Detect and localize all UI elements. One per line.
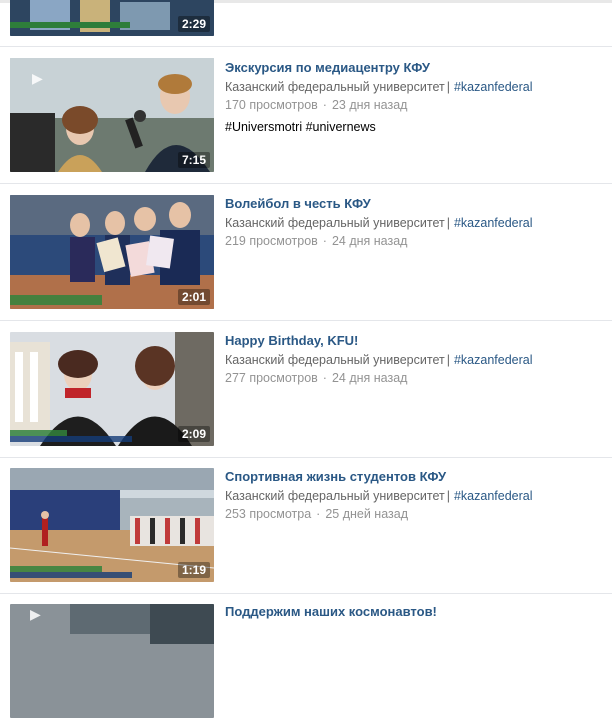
video-title[interactable]: Поддержим наших космонавтов! — [225, 604, 437, 619]
video-stats: 253 просмотра · 25 дней назад — [225, 507, 408, 521]
video-thumbnail-partial[interactable]: 2:29 — [10, 0, 214, 36]
channel-watermark: ▶ — [30, 606, 41, 622]
hashtag-link[interactable]: #kazanfederal — [454, 353, 533, 367]
video-title[interactable]: Экскурсия по медиацентру КФУ — [225, 60, 430, 75]
upload-age: 24 дня назад — [331, 234, 408, 248]
view-count: 219 просмотров — [225, 234, 318, 248]
video-hashtags[interactable]: #Universmotri #univernews — [225, 120, 376, 134]
video-title[interactable]: Спортивная жизнь студентов КФУ — [225, 469, 446, 484]
video-duration: 2:29 — [177, 16, 210, 32]
caption-bar — [10, 436, 133, 442]
video-duration: 7:15 — [177, 152, 210, 168]
video-thumbnail[interactable]: ▶ 7:15 — [10, 58, 214, 172]
separator — [0, 320, 612, 321]
video-duration: 1:19 — [177, 562, 210, 578]
separator-dot-icon: · — [322, 371, 327, 385]
video-duration: 2:01 — [177, 289, 210, 305]
video-meta: Казанский федеральный университет | #kazan… — [225, 353, 533, 367]
upload-age: 24 дня назад — [331, 371, 408, 385]
separator — [0, 183, 612, 184]
channel-link[interactable]: Казанский федеральный университет — [225, 216, 445, 230]
hashtag-link[interactable]: #kazanfederal — [454, 489, 533, 503]
video-thumbnail[interactable]: 1:19 — [10, 468, 214, 582]
video-meta: Казанский федеральный университет | #kazan… — [225, 80, 533, 94]
view-count: 170 просмотров — [225, 98, 318, 112]
channel-link[interactable]: Казанский федеральный университет — [225, 80, 445, 94]
separator-dot-icon: · — [316, 507, 321, 521]
view-count: 253 просмотра — [225, 507, 312, 521]
video-title[interactable]: Happy Birthday, KFU! — [225, 333, 358, 348]
video-thumbnail[interactable]: 2:09 — [10, 332, 214, 446]
channel-link[interactable]: Казанский федеральный университет — [225, 353, 445, 367]
video-stats: 219 просмотров · 24 дня назад — [225, 234, 407, 248]
separator-dot-icon: · — [322, 98, 327, 112]
separator — [0, 593, 612, 594]
caption-bar — [10, 572, 133, 578]
separator — [0, 46, 612, 47]
separator-dot-icon: · — [322, 234, 327, 248]
video-duration: 2:09 — [177, 426, 210, 442]
video-stats: 170 просмотров · 23 дня назад — [225, 98, 407, 112]
video-meta: Казанский федеральный университет | #kazan… — [225, 216, 533, 230]
channel-watermark: ▶ — [32, 70, 43, 86]
video-thumbnail[interactable]: ▶ — [10, 604, 214, 718]
hashtag-link[interactable]: #kazanfederal — [454, 216, 533, 230]
hashtag-link[interactable]: #kazanfederal — [454, 80, 533, 94]
upload-age: 23 дня назад — [331, 98, 408, 112]
video-stats: 277 просмотров · 24 дня назад — [225, 371, 407, 385]
upload-age: 25 дней назад — [325, 507, 409, 521]
video-thumbnail[interactable]: 2:01 — [10, 195, 214, 309]
separator — [0, 457, 612, 458]
video-title[interactable]: Волейбол в честь КФУ — [225, 196, 371, 211]
video-meta: Казанский федеральный университет | #kazan… — [225, 489, 533, 503]
caption-bar — [10, 295, 102, 305]
view-count: 277 просмотров — [225, 371, 318, 385]
channel-link[interactable]: Казанский федеральный университет — [225, 489, 445, 503]
